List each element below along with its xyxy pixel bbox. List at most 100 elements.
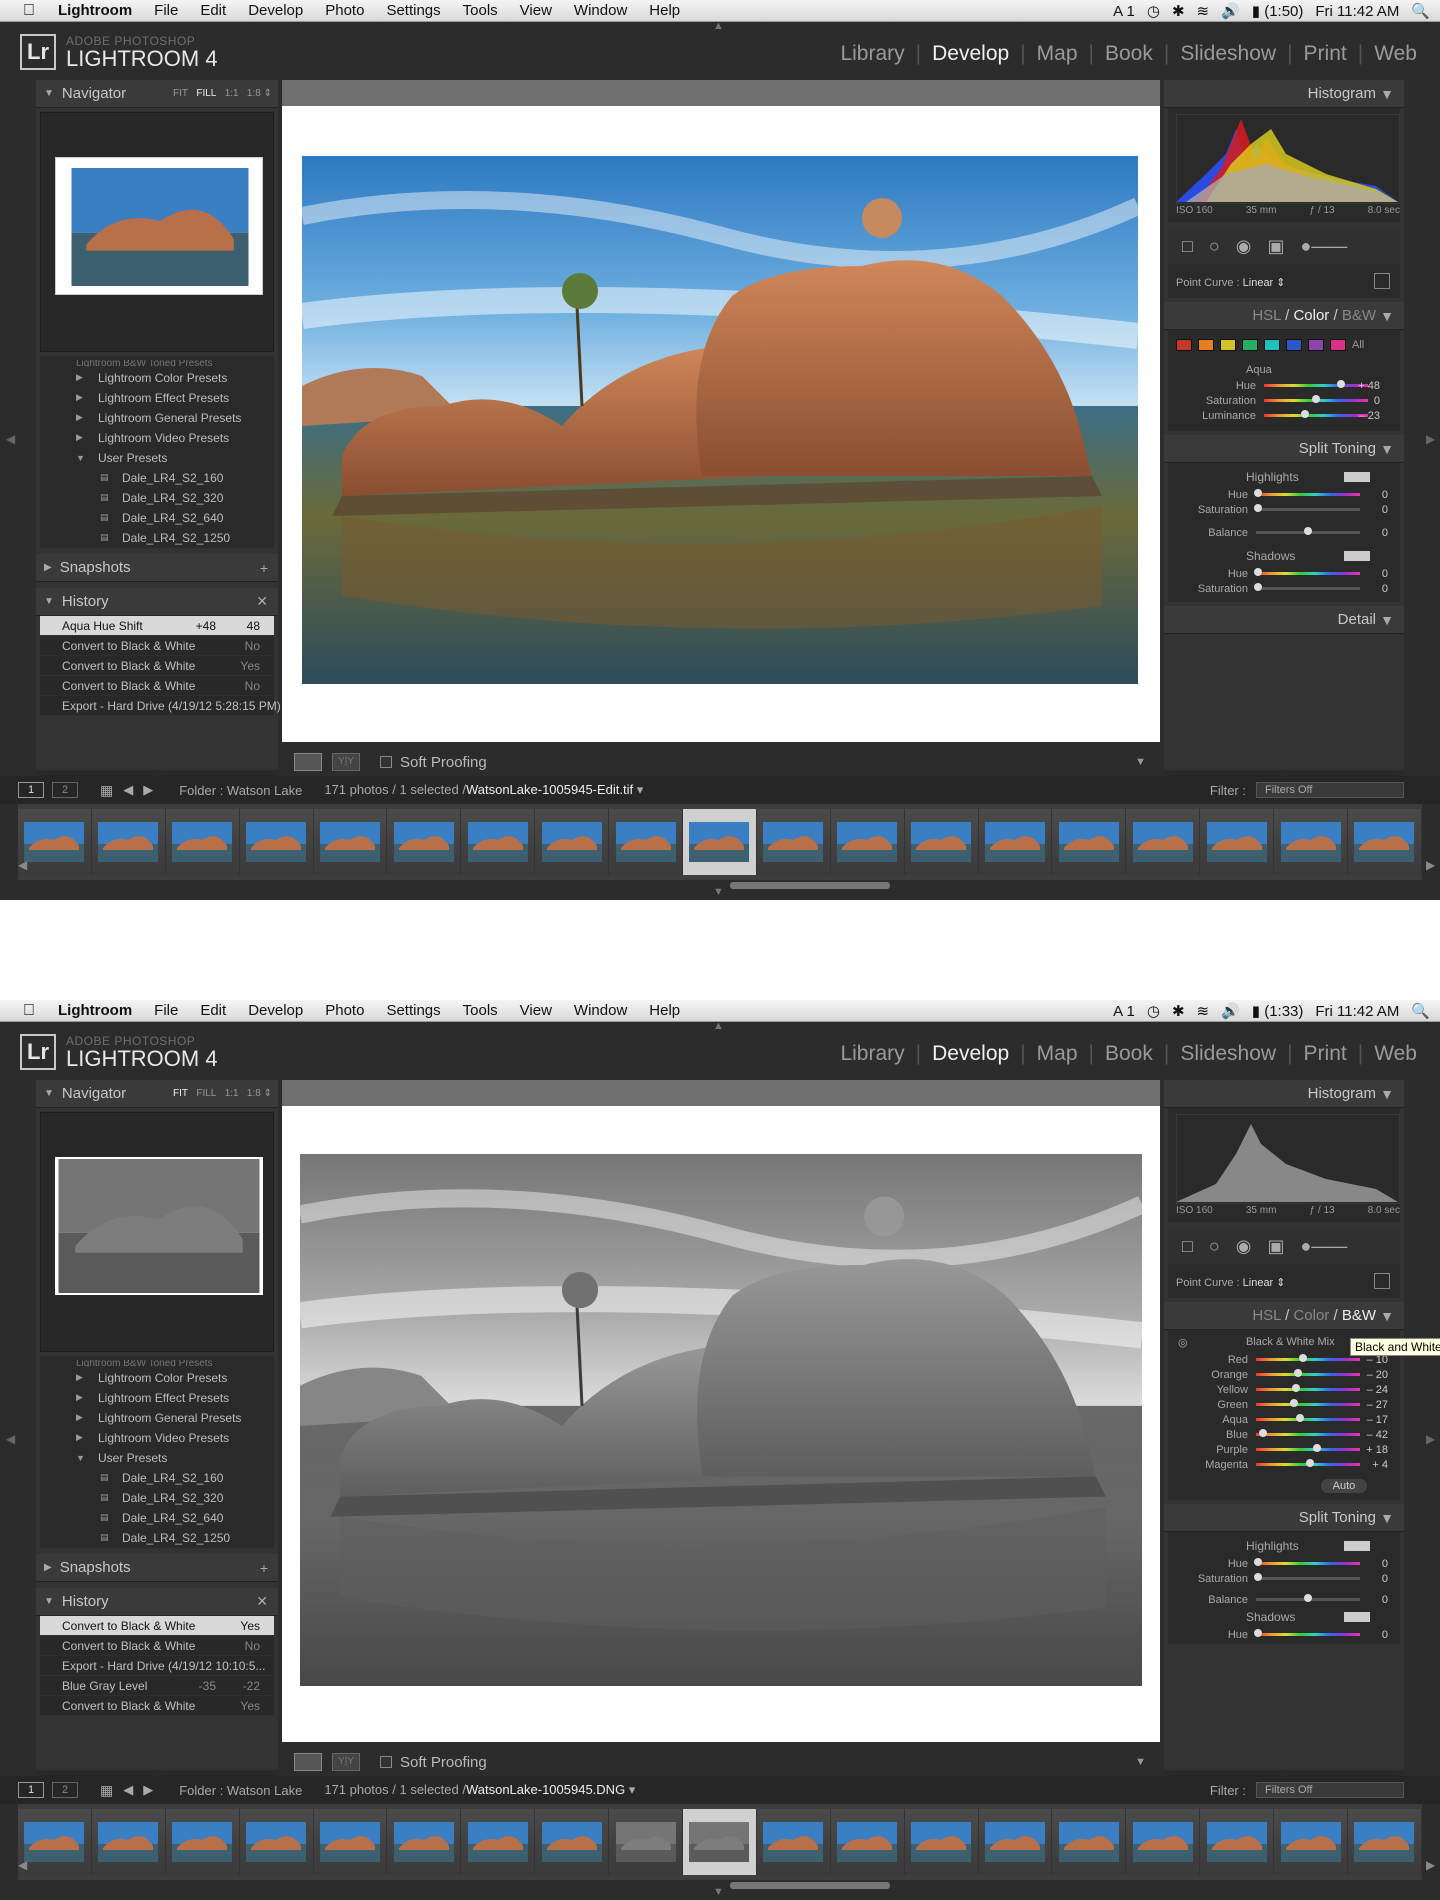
filmstrip-thumbnail[interactable] bbox=[91, 1809, 166, 1875]
menu-edit[interactable]: Edit bbox=[200, 2, 226, 19]
main-window-button[interactable]: 1 bbox=[18, 782, 44, 798]
slider-knob[interactable] bbox=[1298, 1354, 1307, 1362]
preset-folder-user[interactable]: ▼ User Presets bbox=[40, 448, 274, 468]
collapse-triangle-icon[interactable]: ▼ bbox=[1380, 1308, 1394, 1324]
preset-item[interactable]: ▤ Dale_LR4_S2_320 bbox=[40, 1488, 274, 1508]
crop-icon[interactable]: □ bbox=[1182, 1236, 1193, 1257]
slider-knob[interactable] bbox=[1254, 568, 1263, 576]
add-snapshot-icon[interactable]: + bbox=[260, 560, 268, 576]
filter-select[interactable]: Filters Off bbox=[1256, 782, 1404, 798]
filmstrip-thumbnail[interactable] bbox=[1200, 1809, 1275, 1875]
module-slideshow[interactable]: Slideshow bbox=[1171, 42, 1285, 66]
highlight-swatch[interactable] bbox=[1344, 1541, 1370, 1551]
menu-app[interactable]: Lightroom bbox=[58, 1002, 132, 1019]
collapse-triangle-icon[interactable]: ▼ bbox=[44, 1088, 54, 1099]
filmstrip-thumbnail[interactable] bbox=[387, 1809, 462, 1875]
back-arrow-icon[interactable]: ◀ bbox=[123, 1782, 133, 1798]
history-step[interactable]: Aqua Hue Shift +48 48 bbox=[40, 616, 274, 636]
module-develop[interactable]: Develop bbox=[923, 1042, 1018, 1066]
filmstrip-right-arrow-icon[interactable]: ▶ bbox=[1426, 1858, 1435, 1872]
slider-knob[interactable] bbox=[1290, 1399, 1299, 1407]
split-hl-hue[interactable]: Hue 0 bbox=[1168, 487, 1400, 502]
user-indicator[interactable]: A 1 bbox=[1113, 1003, 1135, 1020]
split-balance[interactable]: Balance 0 bbox=[1168, 1592, 1400, 1607]
preset-item[interactable]: ▤ Dale_LR4_S2_1250 bbox=[40, 1528, 274, 1548]
preset-item[interactable]: ▤ Dale_LR4_S2_160 bbox=[40, 1468, 274, 1488]
grid-view-icon[interactable]: ▦ bbox=[100, 782, 113, 799]
split-balance[interactable]: Balance 0 bbox=[1168, 525, 1400, 540]
clear-history-icon[interactable]: ✕ bbox=[256, 593, 268, 610]
zoom-options[interactable]: FIT FILL 1:1 1:8 ⇕ bbox=[173, 88, 272, 99]
right-panel-toggle-icon[interactable]: ▶ bbox=[1426, 432, 1435, 446]
filmstrip-right-arrow-icon[interactable]: ▶ bbox=[1426, 858, 1435, 872]
menu-photo[interactable]: Photo bbox=[325, 1002, 364, 1019]
time-machine-icon[interactable]: ◷ bbox=[1147, 1002, 1160, 1020]
history-step[interactable]: Export - Hard Drive (4/19/12 5:28:15 PM) bbox=[40, 696, 281, 716]
collapse-triangle-icon[interactable]: ▼ bbox=[1380, 441, 1394, 457]
history-step[interactable]: Convert to Black & White No bbox=[40, 636, 274, 656]
preset-item[interactable]: ▤ Dale_LR4_S2_640 bbox=[40, 1508, 274, 1528]
bw-header[interactable]: HSL / Color / B&W ▼ bbox=[1164, 1302, 1404, 1330]
point-curve-select[interactable]: Linear ⇕ bbox=[1243, 1277, 1286, 1289]
collapse-triangle-icon[interactable]: ▼ bbox=[76, 1453, 88, 1463]
auto-button[interactable]: Auto bbox=[1320, 1479, 1368, 1493]
menu-settings[interactable]: Settings bbox=[386, 1002, 440, 1019]
split-hl-hue[interactable]: Hue 0 bbox=[1168, 1556, 1400, 1571]
module-slideshow[interactable]: Slideshow bbox=[1171, 1042, 1285, 1066]
expand-triangle-icon[interactable]: ▶ bbox=[44, 562, 52, 573]
grid-view-icon[interactable]: ▦ bbox=[100, 1782, 113, 1799]
color-swatch[interactable] bbox=[1308, 339, 1324, 351]
slider-knob[interactable] bbox=[1254, 1558, 1263, 1566]
collapse-triangle-icon[interactable]: ▼ bbox=[44, 1596, 54, 1607]
history-header[interactable]: ▼ History ✕ bbox=[36, 1588, 278, 1616]
before-after-icon[interactable]: Y|Y bbox=[332, 1753, 360, 1771]
filmstrip-thumbnail[interactable] bbox=[1274, 809, 1349, 875]
history-step[interactable]: Convert to Black & White Yes bbox=[40, 1616, 274, 1636]
history-step[interactable]: Export - Hard Drive (4/19/12 10:10:5... bbox=[40, 1656, 274, 1676]
target-adjust-icon[interactable]: ◎ bbox=[1178, 1336, 1188, 1349]
time-machine-icon[interactable]: ◷ bbox=[1147, 2, 1160, 20]
filmstrip-thumbnail[interactable] bbox=[609, 1809, 684, 1875]
slider-knob[interactable] bbox=[1293, 1369, 1302, 1377]
preset-folder[interactable]: ▶ Lightroom Color Presets bbox=[40, 1368, 274, 1388]
soft-proofing-checkbox[interactable] bbox=[380, 1756, 392, 1768]
bw-slider-yellow[interactable]: Yellow – 24 bbox=[1168, 1382, 1400, 1397]
filmstrip-thumbnail[interactable] bbox=[91, 809, 166, 875]
module-book[interactable]: Book bbox=[1096, 42, 1162, 66]
histogram-graph[interactable]: ISO 160 35 mm ƒ / 13 8.0 sec bbox=[1168, 108, 1400, 222]
module-library[interactable]: Library bbox=[831, 1042, 913, 1066]
menu-photo[interactable]: Photo bbox=[325, 2, 364, 19]
filmstrip-thumbnail[interactable] bbox=[978, 809, 1053, 875]
secondary-window-button[interactable]: 2 bbox=[52, 1782, 78, 1798]
history-step[interactable]: Blue Gray Level -35 -22 bbox=[40, 1676, 274, 1696]
slider-knob[interactable] bbox=[1295, 1414, 1304, 1422]
hsl-slider-hue[interactable]: Hue + 48 bbox=[1176, 378, 1392, 393]
filmstrip-thumbnail[interactable] bbox=[1200, 809, 1275, 875]
red-eye-icon[interactable]: ◉ bbox=[1236, 236, 1252, 257]
soft-proofing-checkbox[interactable] bbox=[380, 756, 392, 768]
filter-select[interactable]: Filters Off bbox=[1256, 1782, 1404, 1798]
graduated-filter-icon[interactable]: ▣ bbox=[1267, 236, 1284, 257]
histogram-graph[interactable]: ISO 160 35 mm ƒ / 13 8.0 sec bbox=[1168, 1108, 1400, 1222]
point-curve-select[interactable]: Linear ⇕ bbox=[1243, 277, 1286, 289]
bottom-panel-toggle-icon[interactable]: ▼ bbox=[713, 886, 724, 898]
folder-path[interactable]: Folder : Watson Lake bbox=[179, 1783, 302, 1798]
filmstrip-scrollbar[interactable] bbox=[730, 882, 890, 889]
split-toning-header[interactable]: Split Toning ▼ bbox=[1164, 435, 1404, 463]
filmstrip-thumbnail[interactable] bbox=[239, 1809, 314, 1875]
preset-folder[interactable]: ▶ Lightroom Video Presets bbox=[40, 1428, 274, 1448]
module-book[interactable]: Book bbox=[1096, 1042, 1162, 1066]
hsl-slider-luminance[interactable]: Luminance – 23 bbox=[1176, 408, 1392, 423]
color-swatch[interactable] bbox=[1220, 339, 1236, 351]
adjustment-brush-icon[interactable]: ●—— bbox=[1300, 236, 1347, 257]
menu-view[interactable]: View bbox=[520, 2, 552, 19]
slider-knob[interactable] bbox=[1336, 380, 1345, 388]
bw-slider-green[interactable]: Green – 27 bbox=[1168, 1397, 1400, 1412]
secondary-window-button[interactable]: 2 bbox=[52, 782, 78, 798]
slider-knob[interactable] bbox=[1291, 1384, 1300, 1392]
menu-window[interactable]: Window bbox=[574, 2, 627, 19]
expand-triangle-icon[interactable]: ▶ bbox=[76, 412, 88, 423]
hsl-slider-saturation[interactable]: Saturation 0 bbox=[1176, 393, 1392, 408]
filmstrip-thumbnail[interactable] bbox=[609, 809, 684, 875]
detail-header[interactable]: Detail ▼ bbox=[1164, 606, 1404, 634]
